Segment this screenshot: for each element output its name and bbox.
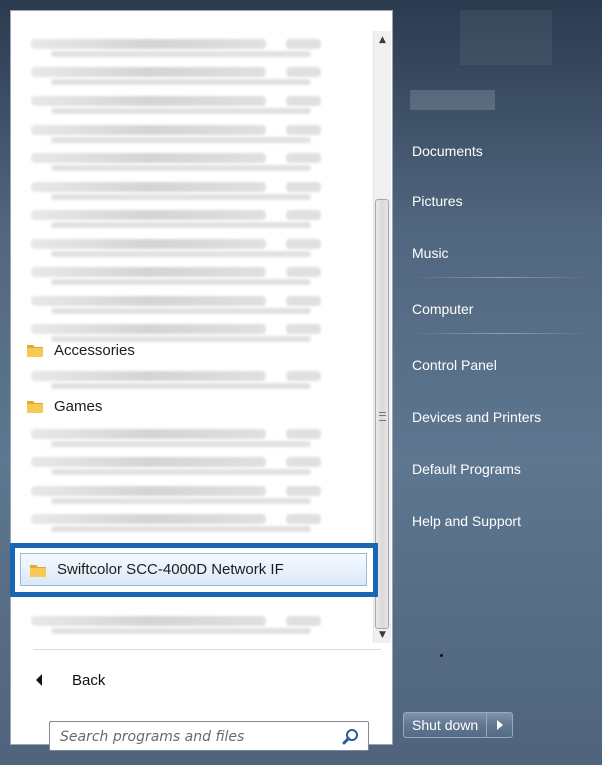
list-item[interactable] [31,145,361,173]
search-box[interactable] [49,721,369,752]
menu-item-pictures[interactable]: Pictures [403,183,593,219]
folder-item-swiftcolor[interactable]: Swiftcolor SCC-4000D Network IF [20,553,367,586]
folder-label: Swiftcolor SCC-4000D Network IF [57,561,284,578]
menu-item-documents[interactable]: Documents [403,133,593,169]
list-item[interactable] [31,231,361,259]
list-item[interactable] [31,88,361,116]
search-icon[interactable] [342,728,360,746]
menu-item-help-and-support[interactable]: Help and Support [403,503,593,539]
folder-icon [26,341,44,359]
list-item[interactable] [31,59,361,87]
list-item[interactable] [31,31,361,59]
search-input[interactable] [58,722,342,752]
user-name[interactable] [410,90,495,110]
back-arrow-icon [36,674,42,686]
list-item[interactable] [31,506,361,534]
highlight-frame: Swiftcolor SCC-4000D Network IF [10,543,378,597]
menu-item-devices-and-printers[interactable]: Devices and Printers [403,399,593,435]
user-picture[interactable] [460,10,552,65]
separator [411,333,591,334]
menu-item-default-programs[interactable]: Default Programs [403,451,593,487]
chevron-right-icon [496,720,503,730]
divider [33,649,381,650]
menu-item-music[interactable]: Music [403,235,593,271]
folder-label: Accessories [54,341,135,359]
list-item[interactable] [31,449,361,477]
shutdown-button[interactable]: Shut down [403,712,488,738]
separator [411,277,591,278]
scroll-up-arrow-icon[interactable]: ▲ [374,31,391,48]
folder-label: Games [54,397,103,415]
folder-icon [29,561,47,579]
back-button[interactable]: Back [36,663,105,697]
list-item[interactable] [31,363,361,391]
menu-item-computer[interactable]: Computer [403,291,593,327]
list-item[interactable] [31,259,361,287]
shutdown-options-button[interactable] [487,712,514,738]
programs-panel: Accessories Games ▲ ▼ Back [10,10,393,752]
list-item[interactable] [31,608,361,636]
start-menu: Accessories Games ▲ ▼ Back Search progra… [0,0,602,765]
folder-item-accessories[interactable]: Accessories [26,335,366,365]
folder-item-games[interactable]: Games [26,391,366,421]
list-item[interactable] [31,174,361,202]
shutdown-group: Shut down [403,712,514,738]
list-item[interactable] [31,478,361,506]
back-label: Back [72,671,106,689]
grip-icon [379,412,386,421]
dot [440,654,443,657]
scroll-down-arrow-icon[interactable]: ▼ [374,626,391,643]
folder-icon [26,397,44,415]
list-item[interactable] [31,117,361,145]
list-item[interactable] [31,421,361,449]
list-item[interactable] [31,202,361,230]
menu-item-control-panel[interactable]: Control Panel [403,347,593,383]
list-item[interactable] [31,288,361,316]
